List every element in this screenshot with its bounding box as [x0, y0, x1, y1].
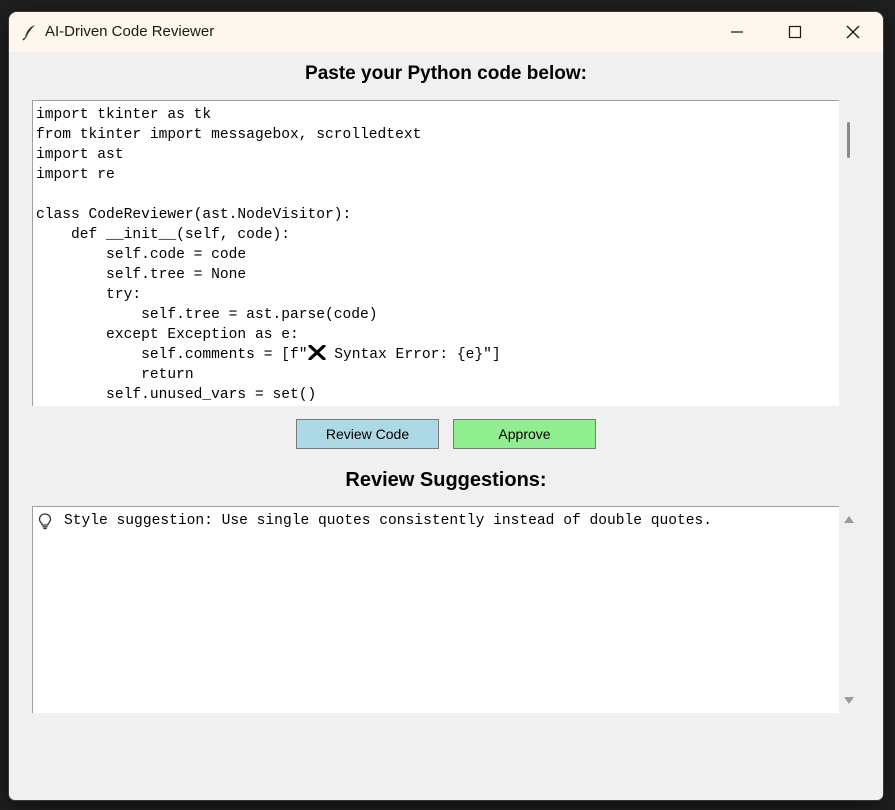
review-output-area[interactable]: Style suggestion: Use single quotes cons…	[32, 506, 839, 713]
code-line: except Exception as e:	[36, 327, 299, 343]
code-line: import ast	[36, 147, 124, 163]
approve-button[interactable]: Approve	[453, 419, 596, 449]
code-line-tail: Syntax Error: {e}"]	[325, 347, 501, 363]
title-bar: AI-Driven Code Reviewer	[9, 12, 883, 52]
code-line: import tkinter as tk	[36, 107, 212, 123]
background-editor-strip	[240, 0, 895, 12]
minimize-button[interactable]	[708, 12, 766, 52]
cross-mark-icon	[307, 344, 326, 361]
minimize-icon	[731, 31, 743, 33]
suggestion-line: Style suggestion: Use single quotes cons…	[36, 512, 712, 530]
app-window: AI-Driven Code Reviewer Paste your Pytho…	[9, 12, 883, 800]
code-line-head: self.comments = [f"	[36, 347, 308, 363]
review-heading: Review Suggestions:	[345, 469, 547, 491]
code-line-syntax-error: self.comments = [f" Syntax Error: {e}"]	[33, 344, 501, 365]
suggestion-text: Style suggestion: Use single quotes cons…	[64, 513, 713, 529]
code-heading: Paste your Python code below:	[305, 63, 587, 84]
code-line: self.code = code	[36, 247, 247, 263]
review-scrollbar[interactable]	[840, 506, 859, 712]
code-line: import re	[36, 167, 115, 183]
feather-icon	[22, 25, 35, 41]
lightbulb-icon	[38, 513, 52, 530]
code-lines: import tkinter as tk from tkinter import…	[33, 105, 501, 405]
maximize-button[interactable]	[766, 12, 824, 52]
code-line: self.tree = ast.parse(code)	[36, 307, 378, 323]
close-icon	[846, 25, 860, 39]
scroll-down-arrow-icon[interactable]	[843, 696, 855, 706]
code-line: self.tree = None	[36, 267, 247, 283]
scroll-up-arrow-icon[interactable]	[843, 514, 855, 524]
code-line: self.unused_vars = set()	[36, 387, 317, 403]
code-input-area[interactable]: import tkinter as tk from tkinter import…	[32, 100, 839, 406]
code-line: class CodeReviewer(ast.NodeVisitor):	[36, 207, 352, 223]
window-title: AI-Driven Code Reviewer	[45, 23, 215, 40]
maximize-icon	[788, 25, 802, 39]
code-line: from tkinter import messagebox, scrolled…	[36, 127, 422, 143]
review-code-button[interactable]: Review Code	[296, 419, 439, 449]
close-button[interactable]	[824, 12, 882, 52]
code-scrollbar-thumb[interactable]	[847, 122, 850, 158]
code-line: try:	[36, 287, 142, 303]
code-line: return	[36, 367, 194, 383]
code-line: def __init__(self, code):	[36, 227, 290, 243]
